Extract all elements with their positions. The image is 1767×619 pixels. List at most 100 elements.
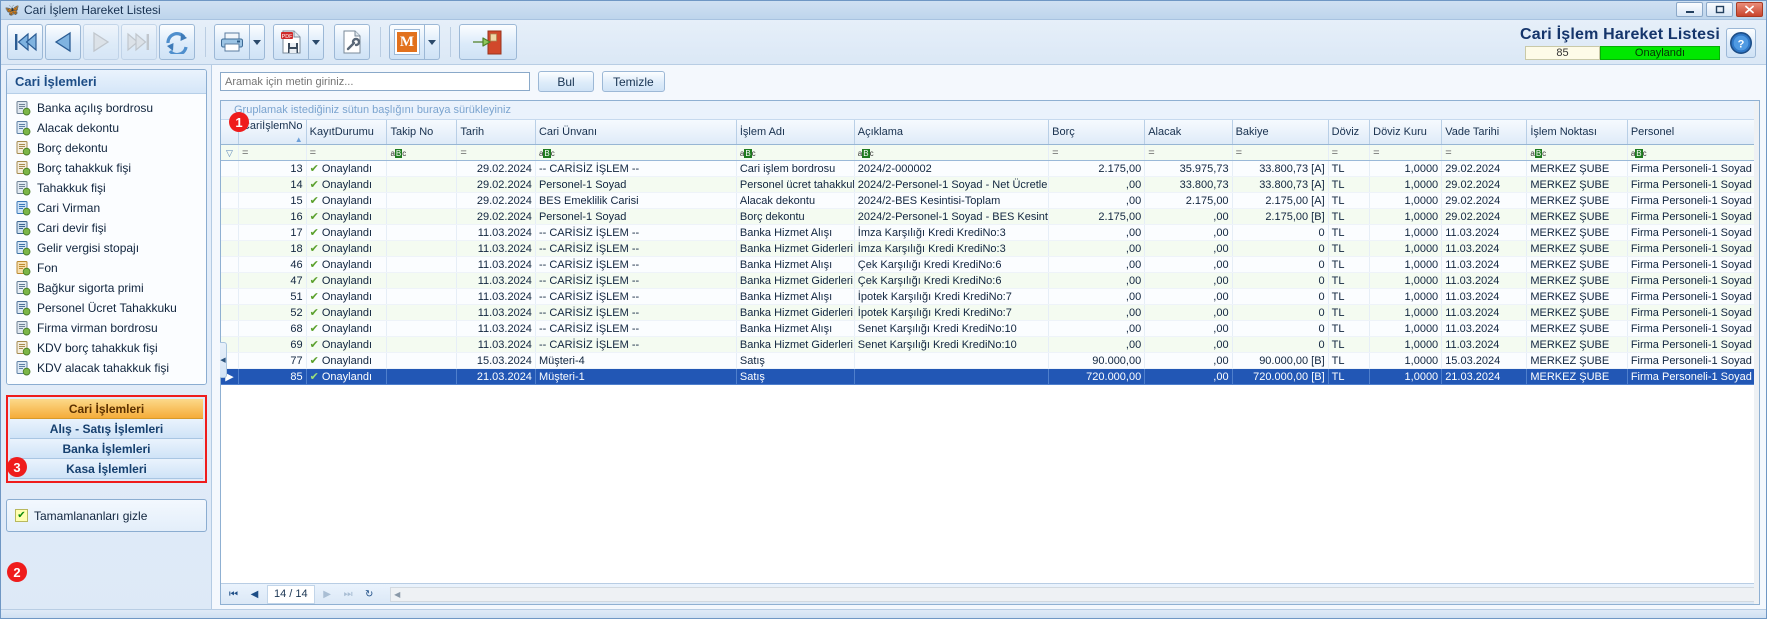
sidebar-collapse-handle[interactable]: ◀ [220,342,227,379]
table-row[interactable]: 68 ✔ Onaylandı 11.03.2024 -- CARİSİZ İŞLEM -… [221,320,1759,337]
grid-header-personel[interactable]: Personel [1627,120,1759,145]
sidebar-item-7[interactable]: Cari devir fişi [7,218,206,238]
scroll-left-arrow[interactable]: ◀ [391,590,404,599]
sidebar-item-5[interactable]: Tahakkuk fişi [7,178,206,198]
sidebar-item-10[interactable]: Bağkur sigorta primi [7,278,206,298]
clear-button[interactable]: Temizle [602,71,665,92]
maximize-button[interactable] [1706,2,1733,17]
table-row[interactable]: 13 ✔ Onaylandı 29.02.2024 -- CARİSİZ İŞLEM -… [221,160,1759,177]
grid-filter-tarih[interactable]: = [456,144,536,161]
grid-filter-doviz[interactable]: = [1328,144,1371,161]
table-row[interactable]: 14 ✔ Onaylandı 29.02.2024 Personel-1 Soyad Pe… [221,176,1759,193]
footer-next-button[interactable]: ▶ [317,585,338,604]
cell-islem: Cari işlem bordrosu [736,160,855,177]
sidebar-item-12[interactable]: Firma virman bordrosu [7,318,206,338]
sidebar-tab-2[interactable]: Alış - Satış İşlemleri [10,419,203,439]
table-row[interactable]: 51 ✔ Onaylandı 11.03.2024 -- CARİSİZ İŞLEM -… [221,288,1759,305]
previous-record-button[interactable] [45,24,81,60]
table-row[interactable]: 69 ✔ Onaylandı 11.03.2024 -- CARİSİZ İŞLEM -… [221,336,1759,353]
print-dropdown-arrow[interactable] [250,24,265,60]
footer-prev-button[interactable]: ◀ [244,585,265,604]
approved-check-icon: ✔ [309,195,319,207]
row-indicator [221,272,239,289]
cell-nokta: MERKEZ ŞUBE [1526,288,1628,305]
search-input[interactable] [220,72,530,91]
grid-header-takip[interactable]: Takip No [386,120,458,145]
export-pdf-button[interactable]: PDF [273,24,309,60]
table-row[interactable]: 16 ✔ Onaylandı 29.02.2024 Personel-1 Soyad Bo… [221,208,1759,225]
refresh-button[interactable] [159,24,195,60]
hide-completed-checkbox[interactable]: ✔ [15,509,28,522]
footer-first-button[interactable]: ⏮ [223,585,244,604]
table-row[interactable]: 18 ✔ Onaylandı 11.03.2024 -- CARİSİZ İŞLEM -… [221,240,1759,257]
table-row[interactable]: 52 ✔ Onaylandı 11.03.2024 -- CARİSİZ İŞLEM -… [221,304,1759,321]
grid-filter-bakiye[interactable]: = [1232,144,1329,161]
grid-filter-cariislem[interactable]: = [238,144,307,161]
grid-header-nokta[interactable]: İşlem Noktası [1526,120,1628,145]
grid-filter-takip[interactable]: aBc [386,144,458,161]
find-button[interactable]: Bul [538,71,594,92]
grid-filter-alacak[interactable]: = [1144,144,1233,161]
payroll-accrual-icon [15,300,31,316]
grid-header-aciklama[interactable]: Açıklama [854,120,1050,145]
grid-header-borc[interactable]: Borç [1048,120,1146,145]
grid-filter-aciklama[interactable]: aBc [854,144,1050,161]
grid-header-doviz[interactable]: Döviz [1328,120,1371,145]
grid-filter-kayit[interactable]: = [306,144,388,161]
sidebar-item-2[interactable]: Alacak dekontu [7,118,206,138]
grid-header-tarih[interactable]: Tarih [456,120,536,145]
table-row[interactable]: 47 ✔ Onaylandı 11.03.2024 -- CARİSİZ İŞLEM -… [221,272,1759,289]
export-dropdown-arrow[interactable] [309,24,324,60]
table-row[interactable]: 15 ✔ Onaylandı 29.02.2024 BES Emeklilik Cari… [221,192,1759,209]
help-button[interactable]: ? [1726,27,1756,58]
grid-filter-vade[interactable]: = [1441,144,1528,161]
print-button[interactable] [214,24,250,60]
next-record-button[interactable] [83,24,119,60]
sidebar-item-6[interactable]: Cari Virman [7,198,206,218]
grid-header-islem[interactable]: İşlem Adı [736,120,855,145]
sidebar-item-4[interactable]: Borç tahakkuk fişi [7,158,206,178]
grid-header-kayit[interactable]: KayıtDurumu [306,120,388,145]
horizontal-scrollbar[interactable]: ◀ [389,586,1755,602]
cell-islem: Banka Hizmet Giderleri [736,336,855,353]
sidebar-tab-3[interactable]: Banka İşlemleri [10,439,203,459]
sidebar-item-8[interactable]: Gelir vergisi stopajı [7,238,206,258]
vertical-scrollbar[interactable] [1754,101,1759,604]
sidebar-item-3[interactable]: Borç dekontu [7,138,206,158]
grid-filter-kur[interactable]: = [1369,144,1443,161]
grid-header-alacak[interactable]: Alacak [1144,120,1233,145]
grid-filter-nokta[interactable]: aBc [1526,144,1628,161]
m-module-button[interactable]: M [389,24,425,60]
minimize-button[interactable] [1676,2,1703,17]
group-panel[interactable]: Gruplamak istediğiniz sütun başlığını bu… [221,101,1759,120]
table-row[interactable]: 77 ✔ Onaylandı 15.03.2024 Müşteri-4 Satış 90.0… [221,352,1759,369]
m-module-dropdown-arrow[interactable] [425,24,440,60]
sidebar-tab-1[interactable]: Cari İşlemleri [10,399,203,419]
grid-filter-unvan[interactable]: aBc [535,144,737,161]
grid-header-bakiye[interactable]: Bakiye [1232,120,1329,145]
exit-button[interactable] [459,24,517,60]
grid-filter-personel[interactable]: aBc [1627,144,1759,161]
last-record-button[interactable] [121,24,157,60]
first-record-button[interactable] [7,24,43,60]
bank-document-icon [15,100,31,116]
sidebar-item-13[interactable]: KDV borç tahakkuk fişi [7,338,206,358]
sidebar-item-9[interactable]: Fon [7,258,206,278]
filter-toggle-icon[interactable]: ▽ [221,144,239,161]
footer-last-button[interactable]: ⏭ [338,585,359,604]
table-row[interactable]: 46 ✔ Onaylandı 11.03.2024 -- CARİSİZ İŞLEM -… [221,256,1759,273]
grid-header-vade[interactable]: Vade Tarihi [1441,120,1528,145]
table-row[interactable]: ▶ 85 ✔ Onaylandı 21.03.2024 Müşteri-1 Satış 720… [221,368,1759,385]
table-row[interactable]: 17 ✔ Onaylandı 11.03.2024 -- CARİSİZ İŞLEM -… [221,224,1759,241]
grid-filter-borc[interactable]: = [1048,144,1146,161]
close-button[interactable] [1736,2,1763,17]
sidebar-item-1[interactable]: Banka açılış bordrosu [7,98,206,118]
grid-filter-islem[interactable]: aBc [736,144,855,161]
sidebar-tab-4[interactable]: Kasa İşlemleri [10,459,203,479]
settings-button[interactable] [334,24,370,60]
grid-header-kur[interactable]: Döviz Kuru [1369,120,1443,145]
sidebar-item-11[interactable]: Personel Ücret Tahakkuku [7,298,206,318]
sidebar-item-14[interactable]: KDV alacak tahakkuk fişi [7,358,206,378]
grid-header-unvan[interactable]: Cari Ünvanı [535,120,737,145]
footer-refresh-button[interactable]: ↻ [359,585,380,604]
